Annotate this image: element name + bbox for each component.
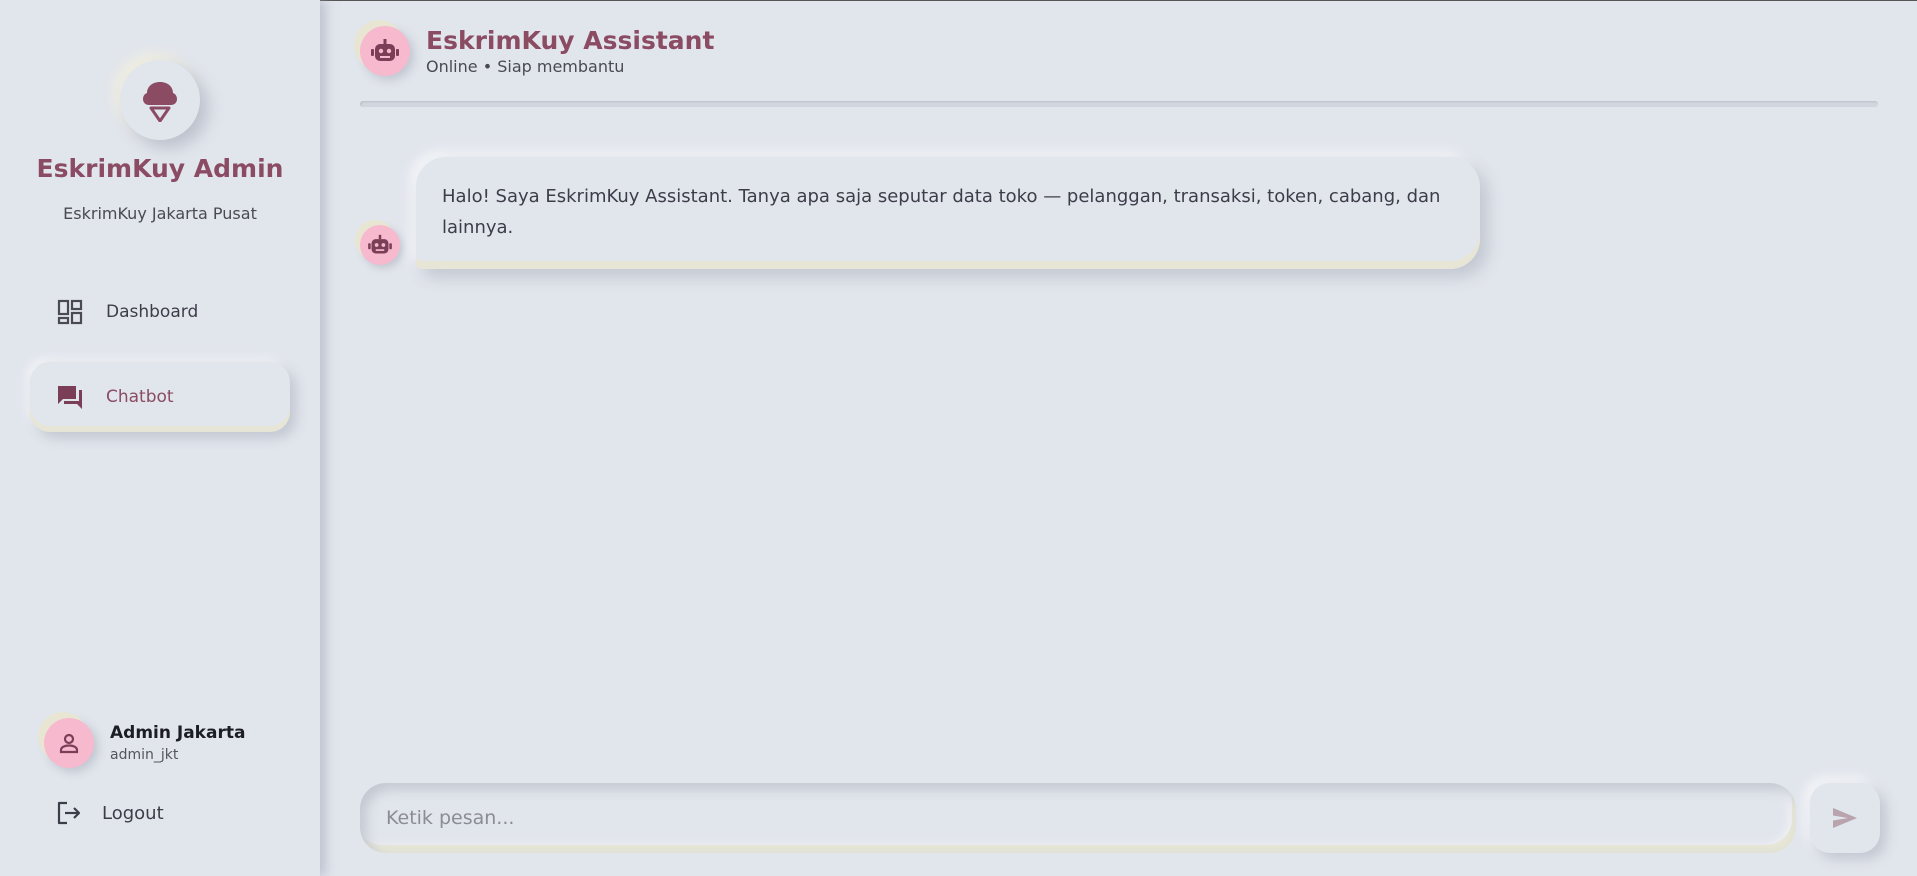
message-bot: Halo! Saya EskrimKuy Assistant. Tanya ap…	[360, 157, 1480, 269]
avatar	[44, 718, 94, 768]
robot-icon	[368, 234, 392, 254]
message-composer	[360, 783, 1880, 853]
chat-panel: EskrimKuy Assistant Online • Siap memban…	[320, 0, 1917, 876]
brand-title: EskrimKuy Admin	[36, 154, 284, 183]
sidebar: EskrimKuy Admin EskrimKuy Jakarta Pusat …	[0, 0, 320, 876]
user-profile: Admin Jakarta admin_jkt	[44, 718, 245, 768]
send-button[interactable]	[1810, 783, 1880, 853]
robot-icon	[371, 39, 399, 61]
ice-cream-icon	[143, 82, 177, 122]
user-icon	[59, 733, 79, 754]
logout-button[interactable]: Logout	[56, 800, 164, 826]
send-icon	[1833, 808, 1857, 828]
user-handle: admin_jkt	[110, 747, 179, 763]
bot-avatar	[360, 26, 410, 76]
brand-subtitle: EskrimKuy Jakarta Pusat	[63, 204, 257, 223]
chat-icon	[56, 383, 84, 411]
chat-title: EskrimKuy Assistant	[426, 26, 715, 55]
sidebar-item-chatbot[interactable]: Chatbot	[30, 362, 290, 432]
chat-status: Online • Siap membantu	[426, 57, 625, 76]
message-input[interactable]	[360, 783, 1796, 853]
header-divider	[360, 101, 1878, 107]
user-name: Admin Jakarta	[110, 723, 246, 743]
logout-icon	[57, 801, 81, 825]
sidebar-item-label: Chatbot	[106, 387, 174, 407]
dashboard-icon	[56, 298, 84, 326]
message-avatar	[360, 225, 400, 265]
brand-logo	[120, 60, 200, 140]
chat-header: EskrimKuy Assistant Online • Siap memban…	[360, 26, 714, 76]
app-root: EskrimKuy Admin EskrimKuy Jakarta Pusat …	[0, 0, 1917, 876]
logout-label: Logout	[102, 802, 164, 824]
sidebar-item-label: Dashboard	[106, 302, 199, 322]
message-bubble: Halo! Saya EskrimKuy Assistant. Tanya ap…	[416, 157, 1480, 269]
sidebar-item-dashboard[interactable]: Dashboard	[30, 277, 290, 347]
